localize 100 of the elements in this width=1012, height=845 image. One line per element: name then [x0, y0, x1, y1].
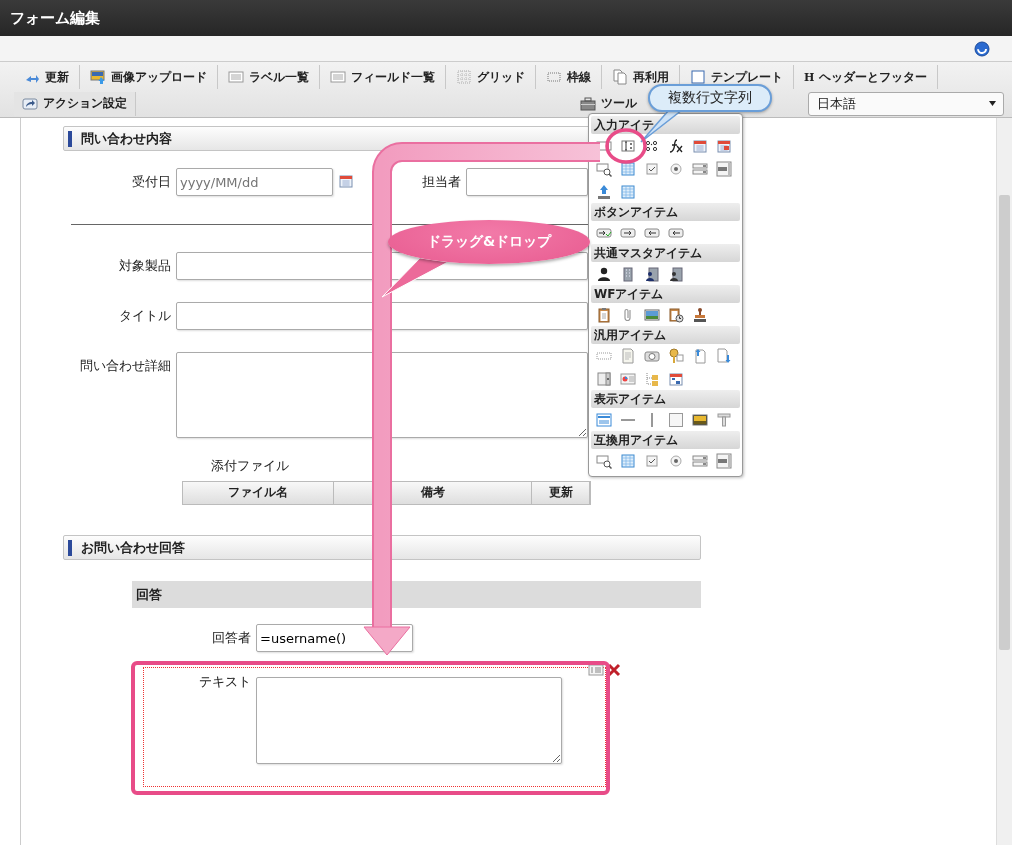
clipboard-clock-icon[interactable]: [668, 307, 684, 323]
window-title: フォーム編集: [10, 8, 100, 28]
list-icon: [330, 69, 346, 86]
checkbox-icon[interactable]: [644, 161, 660, 177]
panel-icon[interactable]: [596, 371, 612, 387]
calendar-icon[interactable]: [338, 173, 356, 191]
button-icon[interactable]: [644, 225, 660, 241]
grid-icon[interactable]: [620, 161, 636, 177]
tab-label: ヘッダーとフッター: [819, 68, 928, 86]
calendar-icon[interactable]: [716, 138, 732, 154]
form-item[interactable]: 受付日 yyyy/MM/dd: [71, 168, 361, 202]
building-icon[interactable]: [620, 266, 636, 282]
image-icon[interactable]: [692, 412, 708, 428]
field-label: 担当者: [421, 173, 461, 191]
field-label: タイトル: [118, 307, 171, 325]
button-icon[interactable]: [668, 225, 684, 241]
box-icon[interactable]: [668, 412, 684, 428]
tab-label: グリッド: [477, 68, 525, 86]
form-item[interactable]: 問い合わせ詳細: [71, 352, 588, 444]
toolbar-tab[interactable]: フィールド一覧: [320, 65, 446, 90]
tab-label: テンプレート: [711, 68, 783, 86]
upload-document-icon[interactable]: [692, 348, 708, 364]
building-person-icon[interactable]: [644, 266, 660, 282]
table-label: 添付ファイル: [211, 458, 289, 475]
tab-label: 再利用: [633, 68, 669, 86]
toolbar-tab[interactable]: 枠線: [536, 65, 602, 90]
form-item[interactable]: テキスト: [144, 668, 605, 786]
type-icon[interactable]: [716, 412, 732, 428]
tab-label: フィールド一覧: [351, 68, 435, 86]
formula-icon[interactable]: [668, 138, 684, 154]
tab-label: ラベル一覧: [249, 68, 309, 86]
scrollbar-thumb[interactable]: [999, 195, 1010, 650]
grid-icon: [456, 69, 472, 86]
text-field-icon[interactable]: [596, 138, 612, 154]
key-icon[interactable]: [668, 348, 684, 364]
list-icon[interactable]: [692, 453, 708, 469]
checkbox-icon[interactable]: [644, 453, 660, 469]
toolbar-tab[interactable]: ラベル一覧: [218, 65, 320, 90]
image-upload-icon: [90, 69, 106, 86]
camera-icon[interactable]: [644, 348, 660, 364]
calendar-icon[interactable]: [692, 138, 708, 154]
callout-tail: [381, 257, 449, 298]
copy-icon: [612, 69, 628, 86]
language-select[interactable]: 日本語: [808, 91, 1004, 116]
toolbar-tab[interactable]: 更新: [14, 65, 80, 90]
number-icon[interactable]: [644, 138, 660, 154]
lookup-icon[interactable]: [596, 161, 612, 177]
stamp-icon[interactable]: [692, 307, 708, 323]
toolbar-tab[interactable]: 画像アップロード: [80, 65, 218, 90]
radio-icon[interactable]: [668, 161, 684, 177]
tooltip-callout: 複数行文字列: [648, 84, 772, 112]
text-area[interactable]: [256, 677, 562, 764]
text-area[interactable]: [176, 352, 588, 438]
delete-icon[interactable]: [607, 663, 621, 677]
template-icon: [690, 69, 706, 86]
form-item[interactable]: タイトル: [71, 302, 588, 336]
listbox-icon[interactable]: [716, 161, 732, 177]
list-icon: [228, 69, 244, 86]
person-icon[interactable]: [596, 266, 612, 282]
tree-icon[interactable]: [644, 371, 660, 387]
action-settings-button[interactable]: アクション設定: [14, 91, 136, 116]
palette-section-header: 共通マスタアイテム: [591, 244, 740, 262]
field-label: 回答者: [211, 629, 251, 647]
radio-icon[interactable]: [668, 453, 684, 469]
grid-icon[interactable]: [620, 184, 636, 200]
tools-label[interactable]: ツール: [601, 95, 637, 113]
palette-section-header: 汎用アイテム: [591, 326, 740, 344]
calendar-icon[interactable]: [668, 371, 684, 387]
date-field[interactable]: yyyy/MM/dd: [176, 168, 333, 196]
field-label: テキスト: [198, 673, 251, 691]
button-icon[interactable]: [596, 225, 612, 241]
field-label: 問い合わせ詳細: [79, 357, 171, 375]
text-field[interactable]: [466, 168, 588, 196]
palette-section-header: 互換用アイテム: [591, 431, 740, 449]
tab-label: 画像アップロード: [111, 68, 207, 86]
palette-section-header: ボタンアイテム: [591, 203, 740, 221]
upload-icon[interactable]: [596, 184, 612, 200]
multiline-field-icon[interactable]: [620, 138, 636, 154]
section-title: お問い合わせ回答: [81, 538, 185, 557]
palette-section-header: WFアイテム: [591, 285, 740, 303]
grid-icon[interactable]: [620, 453, 636, 469]
download-document-icon[interactable]: [716, 348, 732, 364]
field-label: 受付日: [131, 173, 171, 191]
building-person-icon[interactable]: [668, 266, 684, 282]
clipboard-icon[interactable]: [596, 307, 612, 323]
text-field[interactable]: [176, 302, 588, 330]
image-icon[interactable]: [644, 307, 660, 323]
button-label: アクション設定: [43, 95, 127, 113]
toolbar-tab[interactable]: グリッド: [446, 65, 536, 90]
lookup-icon[interactable]: [596, 453, 612, 469]
list-icon[interactable]: [692, 161, 708, 177]
toolbar-tab[interactable]: H ヘッダーとフッター: [794, 65, 939, 90]
palette-section-header: 表示アイテム: [591, 390, 740, 408]
chart-card-icon[interactable]: [620, 371, 636, 387]
column-header: 備考: [334, 482, 532, 504]
form-item[interactable]: 担当者: [401, 168, 588, 202]
listbox-icon[interactable]: [716, 453, 732, 469]
button-icon[interactable]: [620, 225, 636, 241]
text-block-icon[interactable]: [596, 412, 612, 428]
properties-icon[interactable]: [588, 662, 604, 678]
